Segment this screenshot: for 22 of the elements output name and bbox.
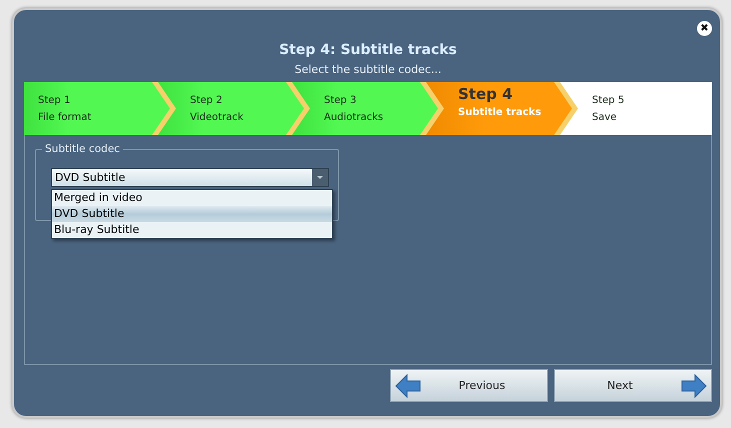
window-title: Step 4: Subtitle tracks	[278, 42, 458, 58]
step-label: File format	[38, 112, 92, 122]
previous-button[interactable]: Previous	[390, 369, 548, 402]
step-label: Audiotracks	[324, 112, 384, 122]
dropdown-option[interactable]: DVD Subtitle	[52, 206, 332, 222]
step-number: Step 2	[190, 94, 224, 106]
step-label: Save	[592, 112, 618, 122]
step-label: Videotrack	[190, 112, 244, 122]
step-number: Step 1	[38, 94, 72, 106]
window-subtitle: Select the subtitle codec...	[294, 63, 442, 76]
dropdown-option[interactable]: Blu-ray Subtitle	[52, 222, 332, 238]
step-number: Step 3	[324, 94, 358, 106]
step-number: Step 5	[592, 94, 626, 106]
arrow-left-icon	[395, 372, 421, 398]
arrow-right-icon	[681, 372, 707, 398]
step-number: Step 4	[458, 85, 514, 103]
step-label: Subtitle tracks	[458, 107, 542, 118]
codec-dropdown[interactable]: DVD Subtitle	[51, 168, 329, 187]
close-icon[interactable]: ✖	[697, 21, 712, 36]
dropdown-option[interactable]: Merged in video	[52, 190, 332, 206]
next-button[interactable]: Next	[554, 369, 712, 402]
group-legend: Subtitle codec	[42, 143, 123, 155]
